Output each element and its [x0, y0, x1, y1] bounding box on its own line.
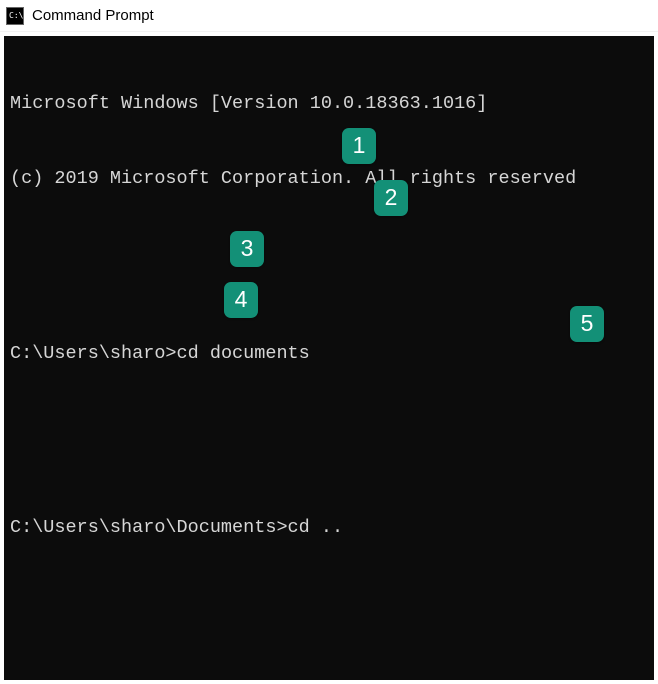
- annotation-badge-2: 2: [374, 180, 408, 216]
- terminal-line: C:\Users\sharo\Documents>cd ..: [10, 516, 648, 541]
- annotation-badge-3: 3: [230, 231, 264, 267]
- cmd-icon: C:\.: [6, 7, 24, 25]
- blank-line: [10, 242, 648, 267]
- prompt-text: C:\Users\sharo>: [10, 342, 177, 367]
- blank-line: [10, 591, 648, 616]
- terminal-area[interactable]: Microsoft Windows [Version 10.0.18363.10…: [4, 36, 654, 680]
- command-text: cd documents: [177, 342, 310, 367]
- terminal-line: C:\Users\sharo>cd documents: [10, 342, 648, 367]
- annotation-badge-1: 1: [342, 128, 376, 164]
- header-line-1: Microsoft Windows [Version 10.0.18363.10…: [10, 92, 648, 117]
- titlebar[interactable]: C:\. Command Prompt: [0, 0, 658, 32]
- annotation-badge-5: 5: [570, 306, 604, 342]
- annotation-badge-4: 4: [224, 282, 258, 318]
- cmd-icon-glyph: C:\.: [9, 12, 28, 20]
- command-text: cd ..: [288, 516, 344, 541]
- prompt-text: C:\Users\sharo\Documents>: [10, 516, 288, 541]
- header-line-2: (c) 2019 Microsoft Corporation. All righ…: [10, 167, 648, 192]
- window-title: Command Prompt: [32, 7, 154, 24]
- blank-line: [10, 417, 648, 442]
